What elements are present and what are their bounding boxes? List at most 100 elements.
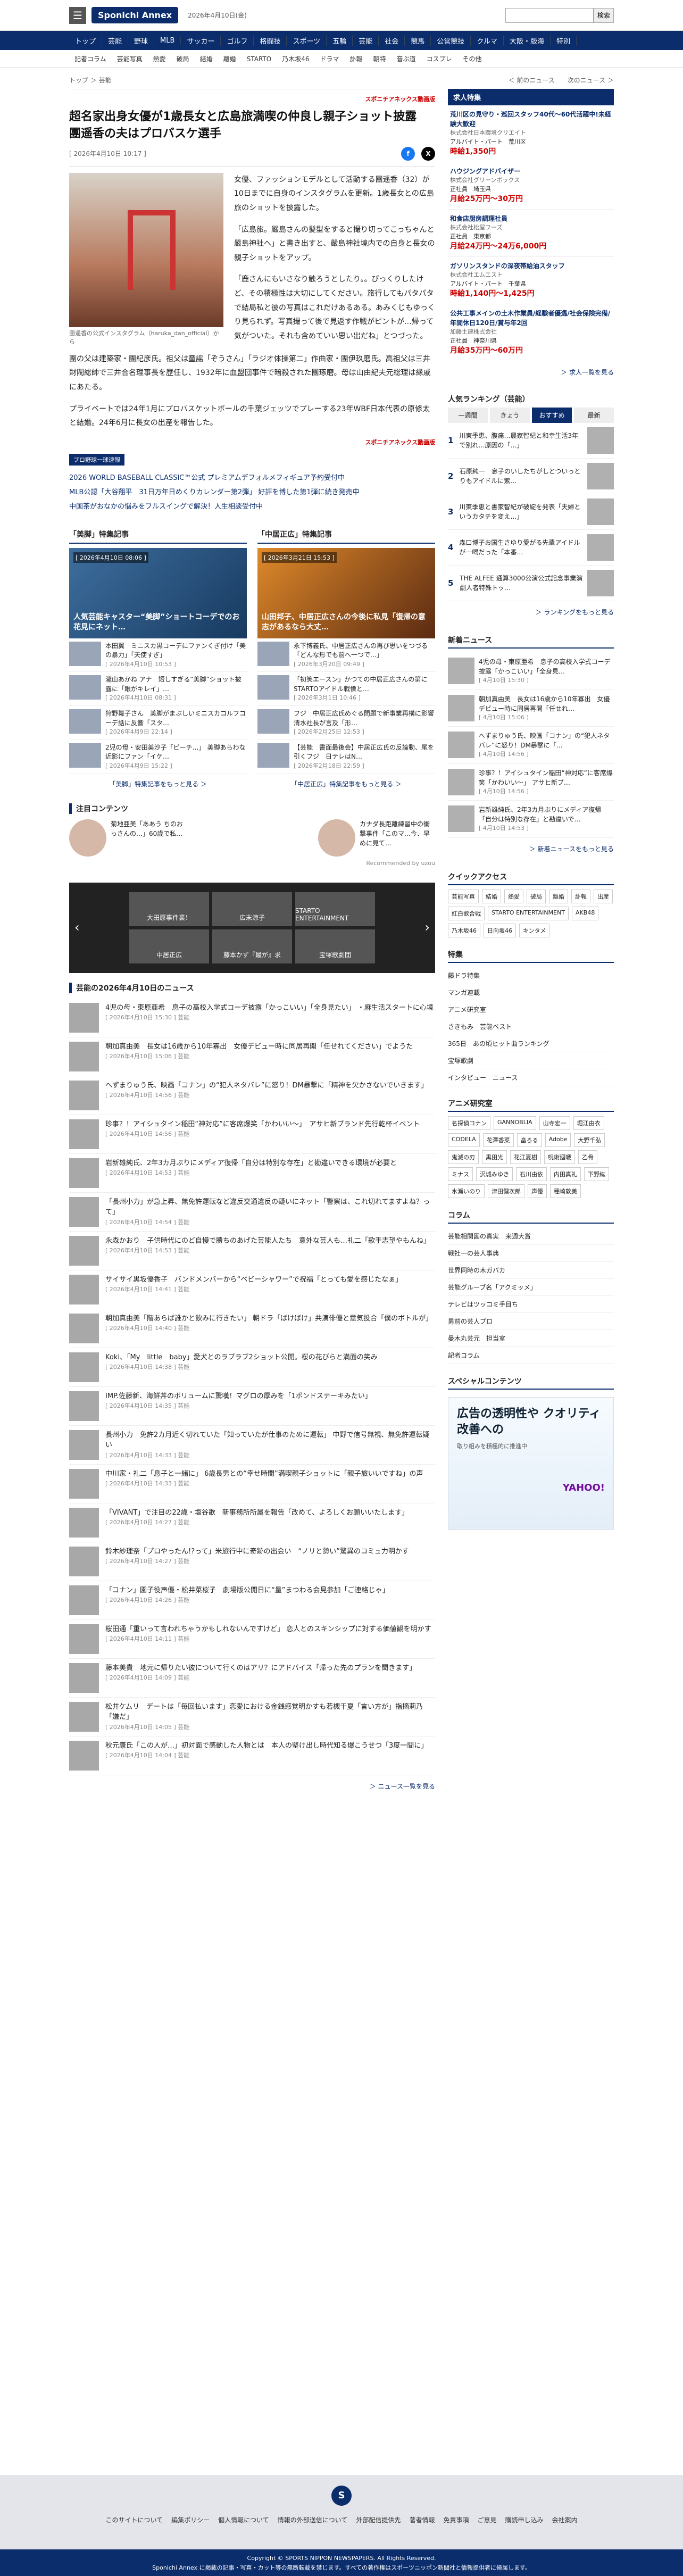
- footer-link[interactable]: ご意見: [473, 2516, 501, 2524]
- gnav-item[interactable]: 公営競技: [431, 35, 471, 46]
- special-item[interactable]: 藤ドラ特集: [448, 967, 614, 984]
- anime-tag[interactable]: 下野紘: [584, 1167, 609, 1181]
- feature-item[interactable]: 狩野舞子さん 美脚がまぶしいミニスカコルフコーデ話に反響「スタ…[ 2026年4…: [69, 706, 247, 740]
- new-news-item[interactable]: 岩新雄純氏、2年3カ月ぶりにメディア復帰「自分は特別な存在」と勘違いで… [ 4月…: [448, 801, 614, 838]
- gnav-item[interactable]: 社会: [379, 35, 405, 46]
- news-list-item[interactable]: 藤本美貴 地元に帰りたい彼について行くのはアリ？にアドバイス「帰った先のプランを…: [69, 1659, 435, 1698]
- footer-link[interactable]: 外部配信提供先: [352, 2516, 405, 2524]
- job-item[interactable]: 公共工事メインの土木作業員/経験者優遇/社会保険完備/年間休日120日/賞与年2…: [448, 304, 614, 361]
- gnav-item[interactable]: 競馬: [405, 35, 431, 46]
- subnav-item[interactable]: コスプレ: [421, 54, 457, 63]
- ranking-item[interactable]: 2 石原純一 息子のいしたちがしとついっとりもアイドルに紫…: [448, 459, 614, 494]
- site-logo[interactable]: Sponichi Annex: [91, 7, 179, 23]
- footer-link[interactable]: 編集ポリシー: [167, 2516, 214, 2524]
- quick-access-item[interactable]: 紅白歌合戦: [448, 906, 485, 920]
- anime-tag[interactable]: 山寺宏一: [539, 1116, 570, 1130]
- footer-link[interactable]: 購読申し込み: [501, 2516, 548, 2524]
- job-item[interactable]: ハウジングアドバイザー 株式会社グリーンボックス 正社員 埼玉県 月給25万円〜30万…: [448, 162, 614, 210]
- new-news-item[interactable]: へずまりゅう氏、映画「コナン」の“犯人ネタバレ”に怒り！DM暴撃に「… [ 4月1…: [448, 727, 614, 764]
- ranking-item[interactable]: 1 川東季恵、腹痛…農家智紀と和幸生活3年で別れ…原因の「…」: [448, 423, 614, 459]
- subnav-item[interactable]: 破局: [171, 54, 195, 63]
- gnav-item[interactable]: トップ: [69, 35, 103, 46]
- pr-link[interactable]: 中国茶がおなかの悩みをフルスイングで解決！人生相談受付中: [69, 498, 435, 513]
- prev-next-nav[interactable]: ＜ 前のニュース 次のニュース ＞: [448, 71, 614, 89]
- menu-icon[interactable]: ☰: [69, 6, 86, 24]
- news-list-item[interactable]: サイサイ黒坂優香子 バンドメンバーから“ベビーシャワー”で祝福「とっても愛を感じ…: [69, 1270, 435, 1309]
- subnav-item[interactable]: 記者コラム: [69, 54, 112, 63]
- gnav-item[interactable]: 五輪: [327, 35, 353, 46]
- special-item[interactable]: マンガ連載: [448, 984, 614, 1001]
- job-item[interactable]: ガソリンスタンドの深夜帯給油スタッフ 株式会社エムエスト アルバイト・パート 千葉県…: [448, 257, 614, 304]
- anime-tag[interactable]: 乙骨: [578, 1150, 597, 1164]
- quick-access-item[interactable]: 訃報: [571, 889, 590, 903]
- new-news-item[interactable]: 4児の母・東原亜希 息子の高校入学式コーデ披露「かっこいい」「全身見… [ 4月1…: [448, 653, 614, 690]
- news-list-item[interactable]: 秋元康氏「この人が…」初対面で感動した人物とは 本人の堅け出し時代知る爆こうせつ…: [69, 1736, 435, 1775]
- quick-access-item[interactable]: 日向坂46: [484, 923, 516, 937]
- new-news-item[interactable]: 珍事？！アイシュタイン稲田“神対応”に客席爆笑「かわいい〜」 アサヒ新ブ…[ 4…: [448, 764, 614, 801]
- column-item[interactable]: 芸能相関図の真実 来週大賞: [448, 1228, 614, 1245]
- ranking-tab[interactable]: 最新: [574, 408, 614, 423]
- gnav-item[interactable]: サッカー: [181, 35, 221, 46]
- subnav-item[interactable]: 朝特: [368, 54, 392, 63]
- anime-tag[interactable]: 大野千弘: [574, 1133, 605, 1147]
- subnav-item[interactable]: 離婚: [218, 54, 241, 63]
- banner-next-icon[interactable]: ›: [424, 920, 430, 935]
- subnav-item[interactable]: 音ぶ道: [392, 54, 421, 63]
- facebook-icon[interactable]: f: [401, 146, 415, 161]
- quick-access-item[interactable]: AKB48: [572, 906, 599, 920]
- job-item[interactable]: 荒川区の見守り・巡回スタッフ40代〜60代活躍中!未経験大歓迎 株式会社日本環境ク…: [448, 105, 614, 162]
- anime-tag[interactable]: 石川由依: [516, 1167, 547, 1181]
- column-item[interactable]: 曼木丸芸元 担当室: [448, 1330, 614, 1347]
- subnav-item[interactable]: 結婚: [195, 54, 218, 63]
- quick-access-item[interactable]: 芸能写真: [448, 889, 479, 903]
- attention-item[interactable]: カナダ長距離練習中の衝撃事件「このマ…今、早めに見て…: [318, 819, 435, 857]
- anime-tag[interactable]: 種崎敦美: [550, 1184, 581, 1198]
- feature-top-story[interactable]: 人気芸能キャスター“美脚”ショートコーデでのお花見にネット… [ 2026年4月1…: [69, 547, 247, 638]
- quick-access-item[interactable]: 離婚: [549, 889, 568, 903]
- banner-card[interactable]: 広末涼子: [212, 892, 292, 926]
- subnav-item[interactable]: ドラマ: [314, 54, 344, 63]
- footer-link[interactable]: 情報の外部送信について: [273, 2516, 352, 2524]
- news-list-item[interactable]: 朝加真由美 長女は16歳から10年寡出 女優デビュー時に同居再開「任せれてくださ…: [69, 1037, 435, 1076]
- anime-tag[interactable]: ミナス: [448, 1167, 473, 1181]
- column-item[interactable]: 記者コラム: [448, 1347, 614, 1364]
- pr-link[interactable]: 2026 WORLD BASEBALL CLASSIC™公式 プレミアムデフォル…: [69, 470, 435, 484]
- ranking-item[interactable]: 5 THE ALFEE 通算3000公演公式記念事業演劇人者特殊トッ…: [448, 566, 614, 601]
- subnav-item[interactable]: 芸能写真: [112, 54, 148, 63]
- ranking-item[interactable]: 4 森口博子お国生さゆり愛がる先輩アイドルが一喝だった「本番…: [448, 530, 614, 566]
- x-icon[interactable]: X: [421, 146, 435, 161]
- gnav-item[interactable]: ゴルフ: [221, 35, 254, 46]
- footer-link[interactable]: 免責事項: [439, 2516, 473, 2524]
- news-list-item[interactable]: 長州小力 免許2カ月近く切れていた「知っていたが仕事のために運転」 中野で信号無…: [69, 1426, 435, 1465]
- subnav-item[interactable]: その他: [457, 54, 487, 63]
- banner-card[interactable]: 大田原事件業！: [129, 892, 209, 926]
- anime-tag[interactable]: 呪術廻戦: [544, 1150, 575, 1164]
- gnav-item[interactable]: クルマ: [471, 35, 504, 46]
- column-item[interactable]: テレビはツッコミ手目ち: [448, 1296, 614, 1313]
- gnav-item[interactable]: 特別: [551, 35, 577, 46]
- anime-tag[interactable]: 畠ろる: [517, 1133, 542, 1147]
- gnav-item[interactable]: 格闘技: [254, 35, 287, 46]
- anime-tag[interactable]: 堀江由衣: [573, 1116, 604, 1130]
- quick-access-item[interactable]: 乃木坂46: [448, 923, 480, 937]
- gnav-item[interactable]: 野球: [128, 35, 155, 46]
- news-list-item[interactable]: 「長州小力」が急上昇、無免許運転など違反交通違反の疑いにネット「警察は、これ切れ…: [69, 1193, 435, 1232]
- subnav-item[interactable]: 熱愛: [148, 54, 171, 63]
- quick-access-item[interactable]: 熱愛: [504, 889, 523, 903]
- subnav-item[interactable]: 乃木坂46: [277, 54, 314, 63]
- quick-access-item[interactable]: キンタメ: [519, 923, 550, 937]
- anime-tag[interactable]: 黒田光: [482, 1150, 507, 1164]
- special-item[interactable]: 365日 あの頃ヒット曲ランキング: [448, 1035, 614, 1052]
- ranking-item[interactable]: 3 川東季恵と書家智紀が破綻を発表「夫婦というカタチを変え…」: [448, 494, 614, 530]
- news-list-item[interactable]: IMP.佐藤新、海鮮丼のボリュームに驚嘆！マグロの厚みを「1ポンドステーキみたい…: [69, 1387, 435, 1426]
- anime-tag[interactable]: Adobe: [545, 1133, 571, 1147]
- feature-item[interactable]: 「初笑エースン」かつての中居正広さんの第にSTARTOアイドル戦慄と…[ 202…: [257, 672, 435, 707]
- quick-access-item[interactable]: STARTO ENTERTAINMENT: [488, 906, 569, 920]
- anime-tag[interactable]: 沢城みゆき: [476, 1167, 513, 1181]
- footer-link[interactable]: 会社案内: [548, 2516, 582, 2524]
- news-list-item[interactable]: 珍事？！アイシュタイン稲田“神対応”に客席爆笑「かわいい〜」 アサヒ新ブランド先…: [69, 1115, 435, 1154]
- anime-tag[interactable]: 内田真礼: [550, 1167, 581, 1181]
- banner-card[interactable]: STARTO ENTERTAINMENT: [295, 892, 375, 926]
- news-list-item[interactable]: 桜田通「重いって言われちゃうかもしれないんですけど」 恋人とのスキンシップに対す…: [69, 1620, 435, 1659]
- footer-link[interactable]: このサイトについて: [101, 2516, 167, 2524]
